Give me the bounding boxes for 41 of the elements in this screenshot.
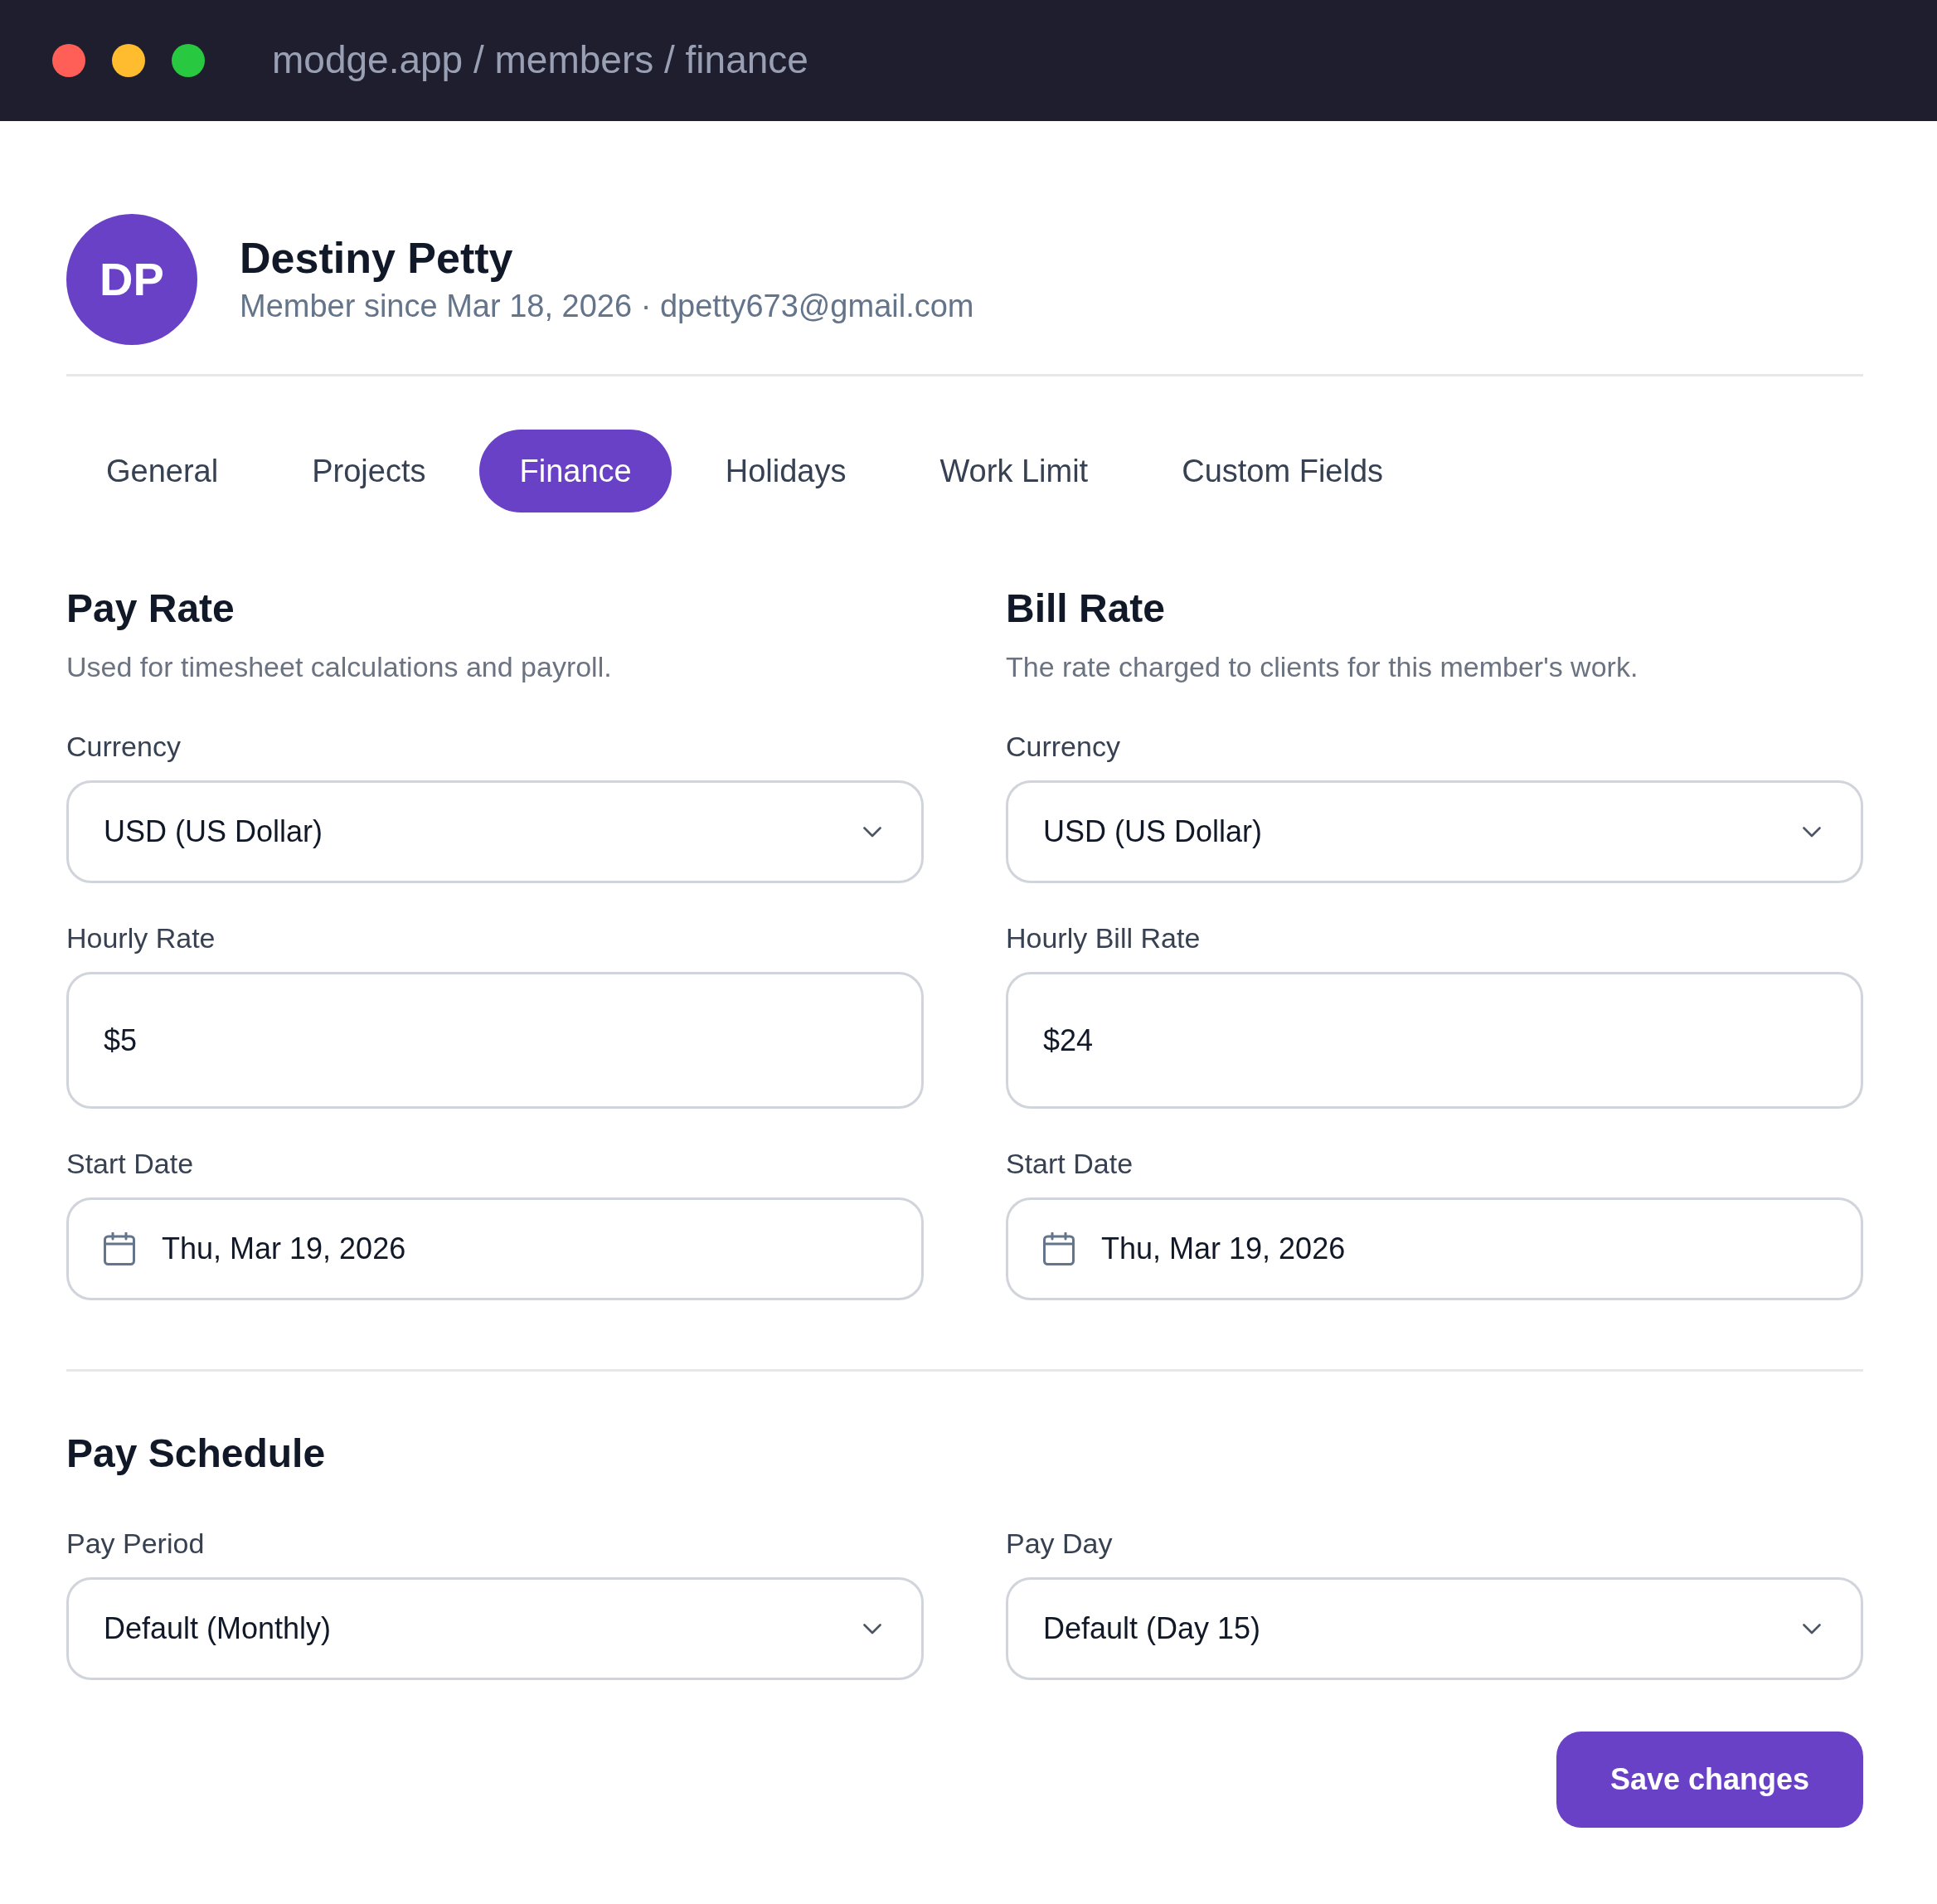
- tab[interactable]: General: [66, 430, 259, 512]
- section-description: Used for timesheet calculations and payroll.: [66, 650, 613, 684]
- chevron-down-icon: [1803, 1623, 1821, 1634]
- section-heading: Pay Rate: [66, 585, 235, 632]
- field-label: Pay Period: [66, 1527, 206, 1561]
- dropdown-field[interactable]: Default (Day 15): [1006, 1577, 1863, 1680]
- window-title: modge.app / members / finance: [272, 37, 808, 84]
- section-heading: Bill Rate: [1006, 585, 1167, 632]
- dropdown-field[interactable]: Default (Monthly): [66, 1577, 924, 1680]
- chevron-down-icon: [863, 1623, 881, 1634]
- field-label: Currency: [1006, 730, 1121, 764]
- chevron-down-icon: [863, 826, 881, 838]
- dropdown-field[interactable]: USD (US Dollar): [1006, 780, 1863, 883]
- tab[interactable]: Finance: [479, 430, 672, 512]
- field-label: Start Date: [1006, 1147, 1134, 1181]
- date-field[interactable]: Thu, Mar 19, 2026: [1006, 1197, 1863, 1300]
- dropdown-field[interactable]: USD (US Dollar): [66, 780, 924, 883]
- calendar-icon: [1043, 1232, 1075, 1265]
- member-details: Member since Mar 18, 2026 · dpetty673@gmail.com: [240, 288, 974, 326]
- tab[interactable]: Custom Fields: [1142, 430, 1424, 512]
- save-button[interactable]: Save changes: [1556, 1732, 1863, 1828]
- input-field[interactable]: $24: [1006, 972, 1863, 1109]
- tab[interactable]: Holidays: [685, 430, 886, 512]
- tab[interactable]: Projects: [272, 430, 466, 512]
- tab[interactable]: Work Limit: [900, 430, 1129, 512]
- section-heading: Pay Schedule: [66, 1430, 326, 1477]
- calendar-icon: [104, 1232, 135, 1265]
- field-label: Start Date: [66, 1147, 195, 1181]
- avatar: DP: [66, 214, 197, 345]
- member-name: Destiny Petty: [240, 233, 514, 284]
- field-label: Hourly Bill Rate: [1006, 921, 1202, 955]
- field-label: Pay Day: [1006, 1527, 1114, 1561]
- chevron-down-icon: [1803, 826, 1821, 838]
- section-description: The rate charged to clients for this member's work.: [1006, 650, 1639, 684]
- window-close-icon[interactable]: [52, 44, 85, 77]
- window-maximize-icon[interactable]: [172, 44, 205, 77]
- field-label: Hourly Rate: [66, 921, 216, 955]
- date-field[interactable]: Thu, Mar 19, 2026: [66, 1197, 924, 1300]
- input-field[interactable]: $5: [66, 972, 924, 1109]
- field-label: Currency: [66, 730, 182, 764]
- window-minimize-icon[interactable]: [112, 44, 145, 77]
